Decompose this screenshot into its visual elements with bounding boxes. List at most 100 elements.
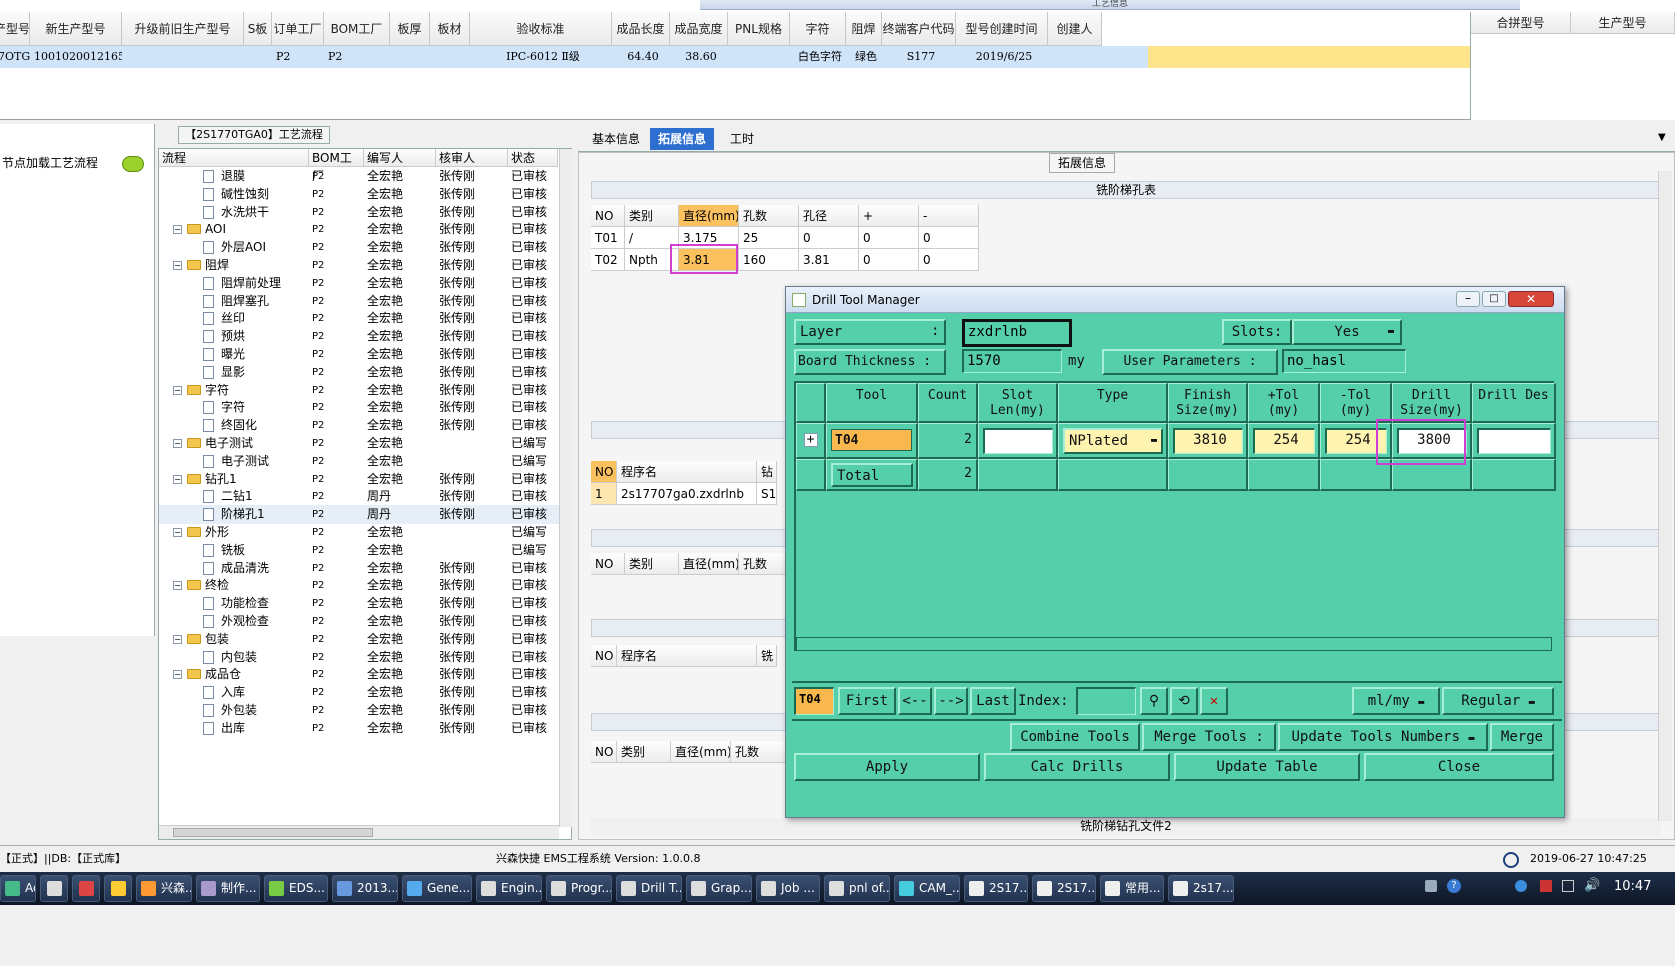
top-grid-cell[interactable]: 38.60 <box>674 46 728 68</box>
tree-row[interactable]: 丝印 P2 全宏艳 张传刚 已审核 <box>159 309 559 328</box>
top-grid-header[interactable]: 升级前旧生产型号 <box>122 12 244 46</box>
type-dropdown[interactable]: NPlated ▬ <box>1063 428 1163 454</box>
tree-row[interactable]: − 钻孔1 P2 全宏艳 张传刚 已审核 <box>159 470 559 489</box>
chevron-down-icon[interactable]: ▼ <box>1658 132 1666 143</box>
tree-row[interactable]: 碱性蚀刻 P2 全宏艳 张传刚 已审核 <box>159 185 559 204</box>
tree-hscrollbar[interactable] <box>159 825 559 839</box>
grid-hscrollbar[interactable] <box>796 637 1552 651</box>
tree-vscrollbar[interactable] <box>559 149 572 827</box>
top-grid-cell[interactable]: P2 <box>276 46 324 68</box>
tree-row[interactable]: 阻焊前处理 P2 全宏艳 张传刚 已审核 <box>159 274 559 293</box>
top-grid-header[interactable]: 创建人 <box>1048 12 1102 46</box>
taskbar-button[interactable]: 2013... <box>332 875 398 902</box>
type-cell[interactable]: NPlated ▬ <box>1058 423 1168 459</box>
taskbar-button[interactable]: EDS... <box>264 875 328 902</box>
hole-cell[interactable]: T01 <box>591 227 625 249</box>
prog-cell[interactable]: 2s17707ga0.zxdrlnb <box>617 483 757 505</box>
top-grid-header[interactable]: 成品长度 <box>612 12 670 46</box>
collapse-icon[interactable]: − <box>173 225 182 235</box>
prog-cell[interactable]: S1 <box>757 483 777 505</box>
prog-header[interactable]: NO <box>591 461 617 483</box>
update-table-button[interactable]: Update Table <box>1174 753 1360 781</box>
volume-icon[interactable]: 🔊 <box>1584 878 1600 893</box>
top-grid-cell[interactable] <box>126 46 244 68</box>
grid-header[interactable]: Slot Len(my) <box>978 383 1058 423</box>
top-grid-header[interactable]: BOM工厂 <box>324 12 390 46</box>
layer-field[interactable]: zxdrlnb <box>962 319 1072 347</box>
tree-row[interactable]: 二钻1 P2 周丹 张传刚 已审核 <box>159 487 559 506</box>
tree-row[interactable]: 电子测试 P2 全宏艳 已编写 <box>159 452 559 471</box>
hole-cell[interactable]: 160 <box>739 249 799 271</box>
prog-header-2[interactable]: 程序名 <box>617 645 757 667</box>
tree-row[interactable]: 曝光 P2 全宏艳 张传刚 已审核 <box>159 345 559 364</box>
top-grid-cell[interactable] <box>248 46 272 68</box>
tree-row[interactable]: − 电子测试 P2 全宏艳 已编写 <box>159 434 559 453</box>
hole-cell[interactable]: 0 <box>859 249 919 271</box>
mode-dropdown[interactable]: Regular ▬ <box>1442 687 1554 715</box>
slot-len-field[interactable] <box>983 428 1053 454</box>
top-grid-header[interactable]: 型号创建时间 <box>956 12 1048 46</box>
refresh-icon[interactable]: ⟲ <box>1170 687 1198 715</box>
hole-header-3[interactable]: 直径(mm) <box>671 741 731 763</box>
tree-header-status[interactable]: 状态 <box>508 149 558 167</box>
grid-header[interactable]: Finish Size(my) <box>1168 383 1248 423</box>
taskbar-button[interactable]: 制作... <box>196 875 260 902</box>
hole-cell[interactable]: T02 <box>591 249 625 271</box>
top-grid-header[interactable]: 新生产型号 <box>30 12 122 46</box>
merge-button[interactable]: Merge <box>1490 723 1554 751</box>
top-grid-header[interactable]: PNL规格 <box>728 12 790 46</box>
top-grid-header[interactable]: 订单工厂 <box>272 12 324 46</box>
node-load-label[interactable]: 节点加载工艺流程 <box>2 154 98 171</box>
taskbar-button[interactable]: Grap... <box>686 875 752 902</box>
top-grid-cell[interactable] <box>1052 46 1102 68</box>
tool-cell[interactable]: T04 <box>826 423 918 459</box>
top-grid-header[interactable]: S板 <box>244 12 272 46</box>
index-field[interactable] <box>1076 687 1136 715</box>
help-icon[interactable]: ? <box>1447 879 1461 893</box>
grid-header[interactable]: Drill Size(my) <box>1392 383 1472 423</box>
first-button[interactable]: First <box>838 687 896 715</box>
collapse-icon[interactable]: − <box>173 385 182 395</box>
taskbar-button[interactable]: Engin... <box>476 875 542 902</box>
tree-row[interactable]: 铣板 P2 全宏艳 已编写 <box>159 541 559 560</box>
tree-header-flow[interactable]: 流程 <box>159 149 309 167</box>
prog-cell[interactable]: 1 <box>591 483 617 505</box>
tree-row[interactable]: − 外形 P2 全宏艳 已编写 <box>159 523 559 542</box>
top-grid-header[interactable]: 产型号 <box>0 12 30 46</box>
taskbar-button[interactable]: 2s17... <box>1168 875 1234 902</box>
tree-row[interactable]: 出库 P2 全宏艳 张传刚 已审核 <box>159 719 559 738</box>
user-params-field[interactable]: no_hasl <box>1282 349 1406 373</box>
flag-icon[interactable] <box>1540 880 1552 892</box>
hole-header[interactable]: NO <box>591 205 625 227</box>
tab-basic-info[interactable]: 基本信息 <box>584 128 648 150</box>
tree-row[interactable]: 终固化 P2 全宏艳 张传刚 已审核 <box>159 416 559 435</box>
tab-work-hours[interactable]: 工时 <box>722 128 762 150</box>
top-grid-cell[interactable] <box>394 46 430 68</box>
tree-row[interactable]: 显影 P2 全宏艳 张传刚 已审核 <box>159 363 559 382</box>
tree-header-author[interactable]: 编写人 <box>364 149 436 167</box>
ext-vscrollbar[interactable] <box>1658 171 1672 821</box>
tree-row[interactable]: 水洗烘干 P2 全宏艳 张传刚 已审核 <box>159 203 559 222</box>
top-grid-header[interactable]: 验收标准 <box>470 12 612 46</box>
last-button[interactable]: Last <box>970 687 1016 715</box>
top-grid-header[interactable]: 板厚 <box>390 12 430 46</box>
collapse-icon[interactable]: − <box>173 528 182 537</box>
hole-header[interactable]: 孔径 <box>799 205 859 227</box>
tree-row[interactable]: 外观检查 P2 全宏艳 张传刚 已审核 <box>159 612 559 631</box>
grid-header[interactable]: Count <box>918 383 978 423</box>
taskbar-button[interactable]: 兴森... <box>136 875 192 902</box>
hole-header-2[interactable]: 类别 <box>625 553 679 575</box>
tree-row[interactable]: − AOI P2 全宏艳 张传刚 已审核 <box>159 220 559 239</box>
taskbar-button[interactable]: CAM_... <box>894 875 960 902</box>
grid-header[interactable]: Tool <box>826 383 918 423</box>
taskbar-button[interactable]: Drill T... <box>616 875 682 902</box>
taskbar-button[interactable]: Job ... <box>756 875 820 902</box>
network-icon[interactable] <box>1515 880 1527 892</box>
monitor-icon[interactable] <box>1562 880 1574 892</box>
hole-header-3[interactable]: 孔数 <box>731 741 791 763</box>
next-button[interactable]: --> <box>934 687 968 715</box>
tab-extended-info[interactable]: 拓展信息 <box>650 128 715 150</box>
tree-row[interactable]: 预烘 P2 全宏艳 张传刚 已审核 <box>159 327 559 346</box>
apply-button[interactable]: Apply <box>794 753 980 781</box>
maximize-icon[interactable]: □ <box>1482 291 1506 307</box>
